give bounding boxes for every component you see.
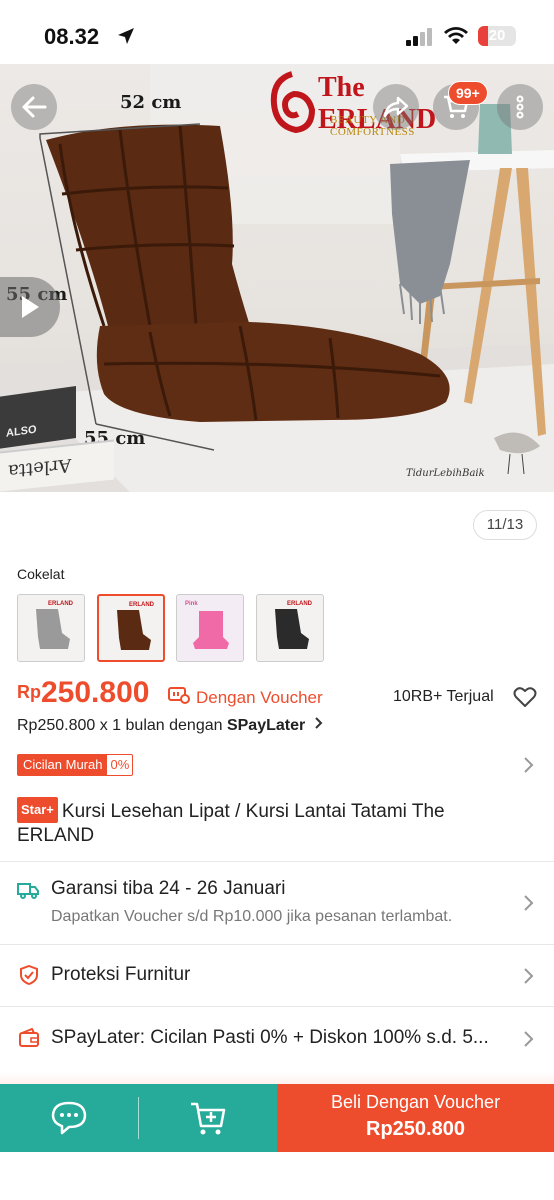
voucher-icon — [168, 687, 190, 704]
variant-option-gray[interactable]: ERLAND — [17, 594, 85, 662]
variant-option-pink[interactable]: Pink — [176, 594, 244, 662]
price-amount: 250.800 — [41, 676, 150, 709]
share-button[interactable] — [373, 84, 419, 130]
back-button[interactable] — [11, 84, 57, 130]
chevron-right-icon — [314, 717, 323, 729]
play-icon — [22, 296, 39, 318]
image-counter: 11/13 — [473, 510, 537, 540]
brand-swirl-icon — [270, 71, 316, 134]
product-title: Kursi Lesehan Lipat / Kursi Lantai Tatam… — [17, 801, 445, 846]
buy-with-voucher-button[interactable]: Beli Dengan Voucher Rp250.800 — [277, 1084, 554, 1152]
chevron-right-icon[interactable] — [523, 756, 535, 774]
divider — [0, 1006, 554, 1007]
cicilan-label: Cicilan Murah — [18, 755, 108, 775]
installment-info[interactable]: Rp250.800 x 1 bulan dengan SPayLater — [17, 716, 324, 735]
truck-icon — [17, 883, 39, 899]
divider — [0, 944, 554, 945]
installment-brand: SPayLater — [226, 717, 306, 734]
chair-thumbnail-icon — [36, 609, 70, 649]
shield-icon — [20, 965, 38, 985]
play-video-button[interactable] — [0, 277, 60, 337]
battery-level: 20 — [488, 27, 506, 44]
shipping-subtitle: Dapatkan Voucher s/d Rp10.000 jika pesan… — [51, 908, 453, 925]
status-time: 08.32 — [44, 24, 100, 49]
chair-thumbnail-icon — [117, 610, 151, 650]
product-image-gallery[interactable]: 52 cm 55 cm 55 cm ALSO Arletta The ERLAN… — [0, 64, 554, 492]
installment-text: Rp250.800 x 1 bulan dengan — [17, 717, 227, 734]
bottom-bar-shadow — [0, 1072, 554, 1084]
voucher-label[interactable]: Dengan Voucher — [196, 688, 323, 708]
cart-count-badge: 99+ — [448, 81, 488, 105]
buy-button-price: Rp250.800 — [366, 1118, 465, 1140]
buy-button-label: Beli Dengan Voucher — [330, 1092, 501, 1112]
arrow-left-icon — [22, 96, 47, 118]
chevron-right-icon — [524, 968, 534, 984]
chevron-right-icon — [524, 895, 534, 911]
location-arrow-icon — [118, 28, 134, 44]
battery-icon: 20 — [478, 26, 516, 46]
book-title-text: Arletta — [8, 453, 72, 482]
divider — [0, 861, 554, 862]
signature-text: TidurLebihBaik — [406, 468, 485, 479]
chat-button[interactable] — [50, 1100, 88, 1136]
divider — [138, 1097, 139, 1139]
more-vertical-icon — [516, 95, 524, 119]
protection-title: Proteksi Furnitur — [51, 964, 191, 985]
sold-count: 10RB+ Terjual — [393, 688, 494, 705]
share-icon — [383, 96, 409, 118]
book-spine-text: ALSO — [6, 423, 37, 440]
variant-option-black[interactable]: ERLAND — [256, 594, 324, 662]
selected-variant-label: Cokelat — [17, 566, 65, 582]
chair-thumbnail-icon — [275, 609, 309, 649]
wifi-icon — [444, 27, 468, 44]
heart-icon[interactable] — [513, 686, 537, 708]
chair-thumbnail-icon — [193, 611, 229, 649]
cicilan-rate: 0% — [110, 757, 130, 772]
wallet-icon — [19, 1028, 39, 1047]
dimension-width: 52 cm — [120, 92, 182, 113]
secondary-actions — [0, 1084, 277, 1152]
chevron-right-icon — [524, 1031, 534, 1047]
books-prop: ALSO Arletta — [0, 385, 114, 492]
star-plus-badge: Star+ — [17, 797, 58, 823]
price-currency: Rp — [17, 682, 41, 702]
add-to-cart-button[interactable] — [189, 1100, 227, 1136]
shipping-title: Garansi tiba 24 - 26 Januari — [51, 878, 286, 899]
cicilan-badge[interactable]: Cicilan Murah 0% — [17, 754, 134, 776]
spaylater-title: SPayLater: Cicilan Pasti 0% + Diskon 100… — [51, 1027, 489, 1048]
cellular-signal-icon — [406, 28, 432, 46]
product-title-block: Star+ Kursi Lesehan Lipat / Kursi Lantai … — [17, 797, 517, 848]
bottom-action-bar: Beli Dengan Voucher Rp250.800 — [0, 1084, 554, 1152]
more-options-button[interactable] — [497, 84, 543, 130]
status-bar: 08.32 20 — [0, 0, 554, 64]
product-price: Rp250.800 — [17, 676, 149, 710]
variant-option-brown[interactable]: ERLAND — [97, 594, 165, 662]
